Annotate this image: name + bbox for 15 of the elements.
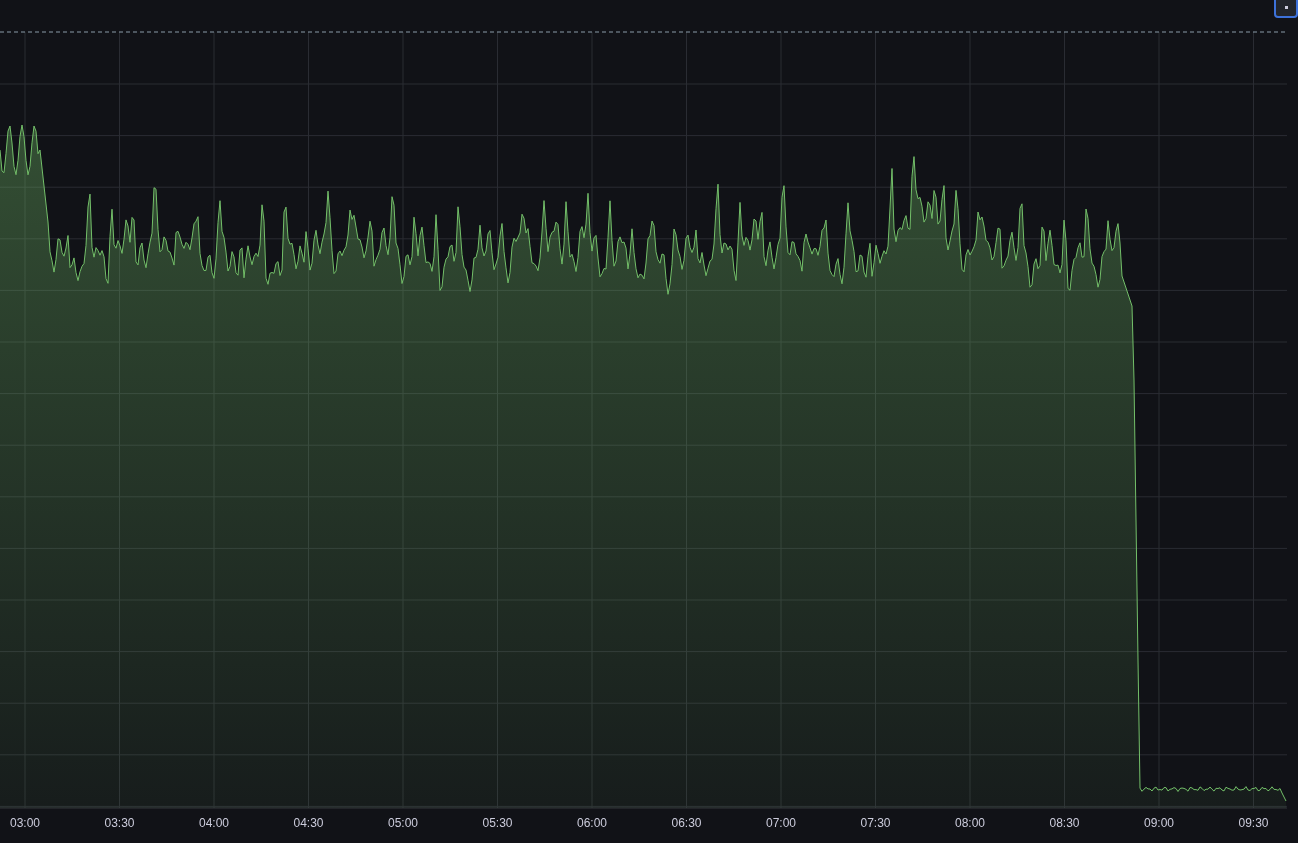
time-tick-label: 08:30	[1049, 816, 1080, 830]
time-tick-label: 03:30	[104, 816, 135, 830]
menu-button[interactable]	[1274, 0, 1298, 18]
time-tick-label: 04:30	[293, 816, 324, 830]
time-tick-label: 03:00	[10, 816, 40, 830]
time-tick-label: 09:00	[1144, 816, 1174, 830]
time-tick-label: 04:00	[199, 816, 229, 830]
time-tick-label: 05:30	[482, 816, 513, 830]
time-tick-label: 06:30	[671, 816, 702, 830]
time-tick-label: 08:00	[955, 816, 985, 830]
time-tick-label: 07:00	[766, 816, 796, 830]
time-tick-label: 07:30	[860, 816, 891, 830]
time-tick-label: 06:00	[577, 816, 607, 830]
time-tick-label: 05:00	[388, 816, 418, 830]
time-tick-label: 09:30	[1238, 816, 1269, 830]
